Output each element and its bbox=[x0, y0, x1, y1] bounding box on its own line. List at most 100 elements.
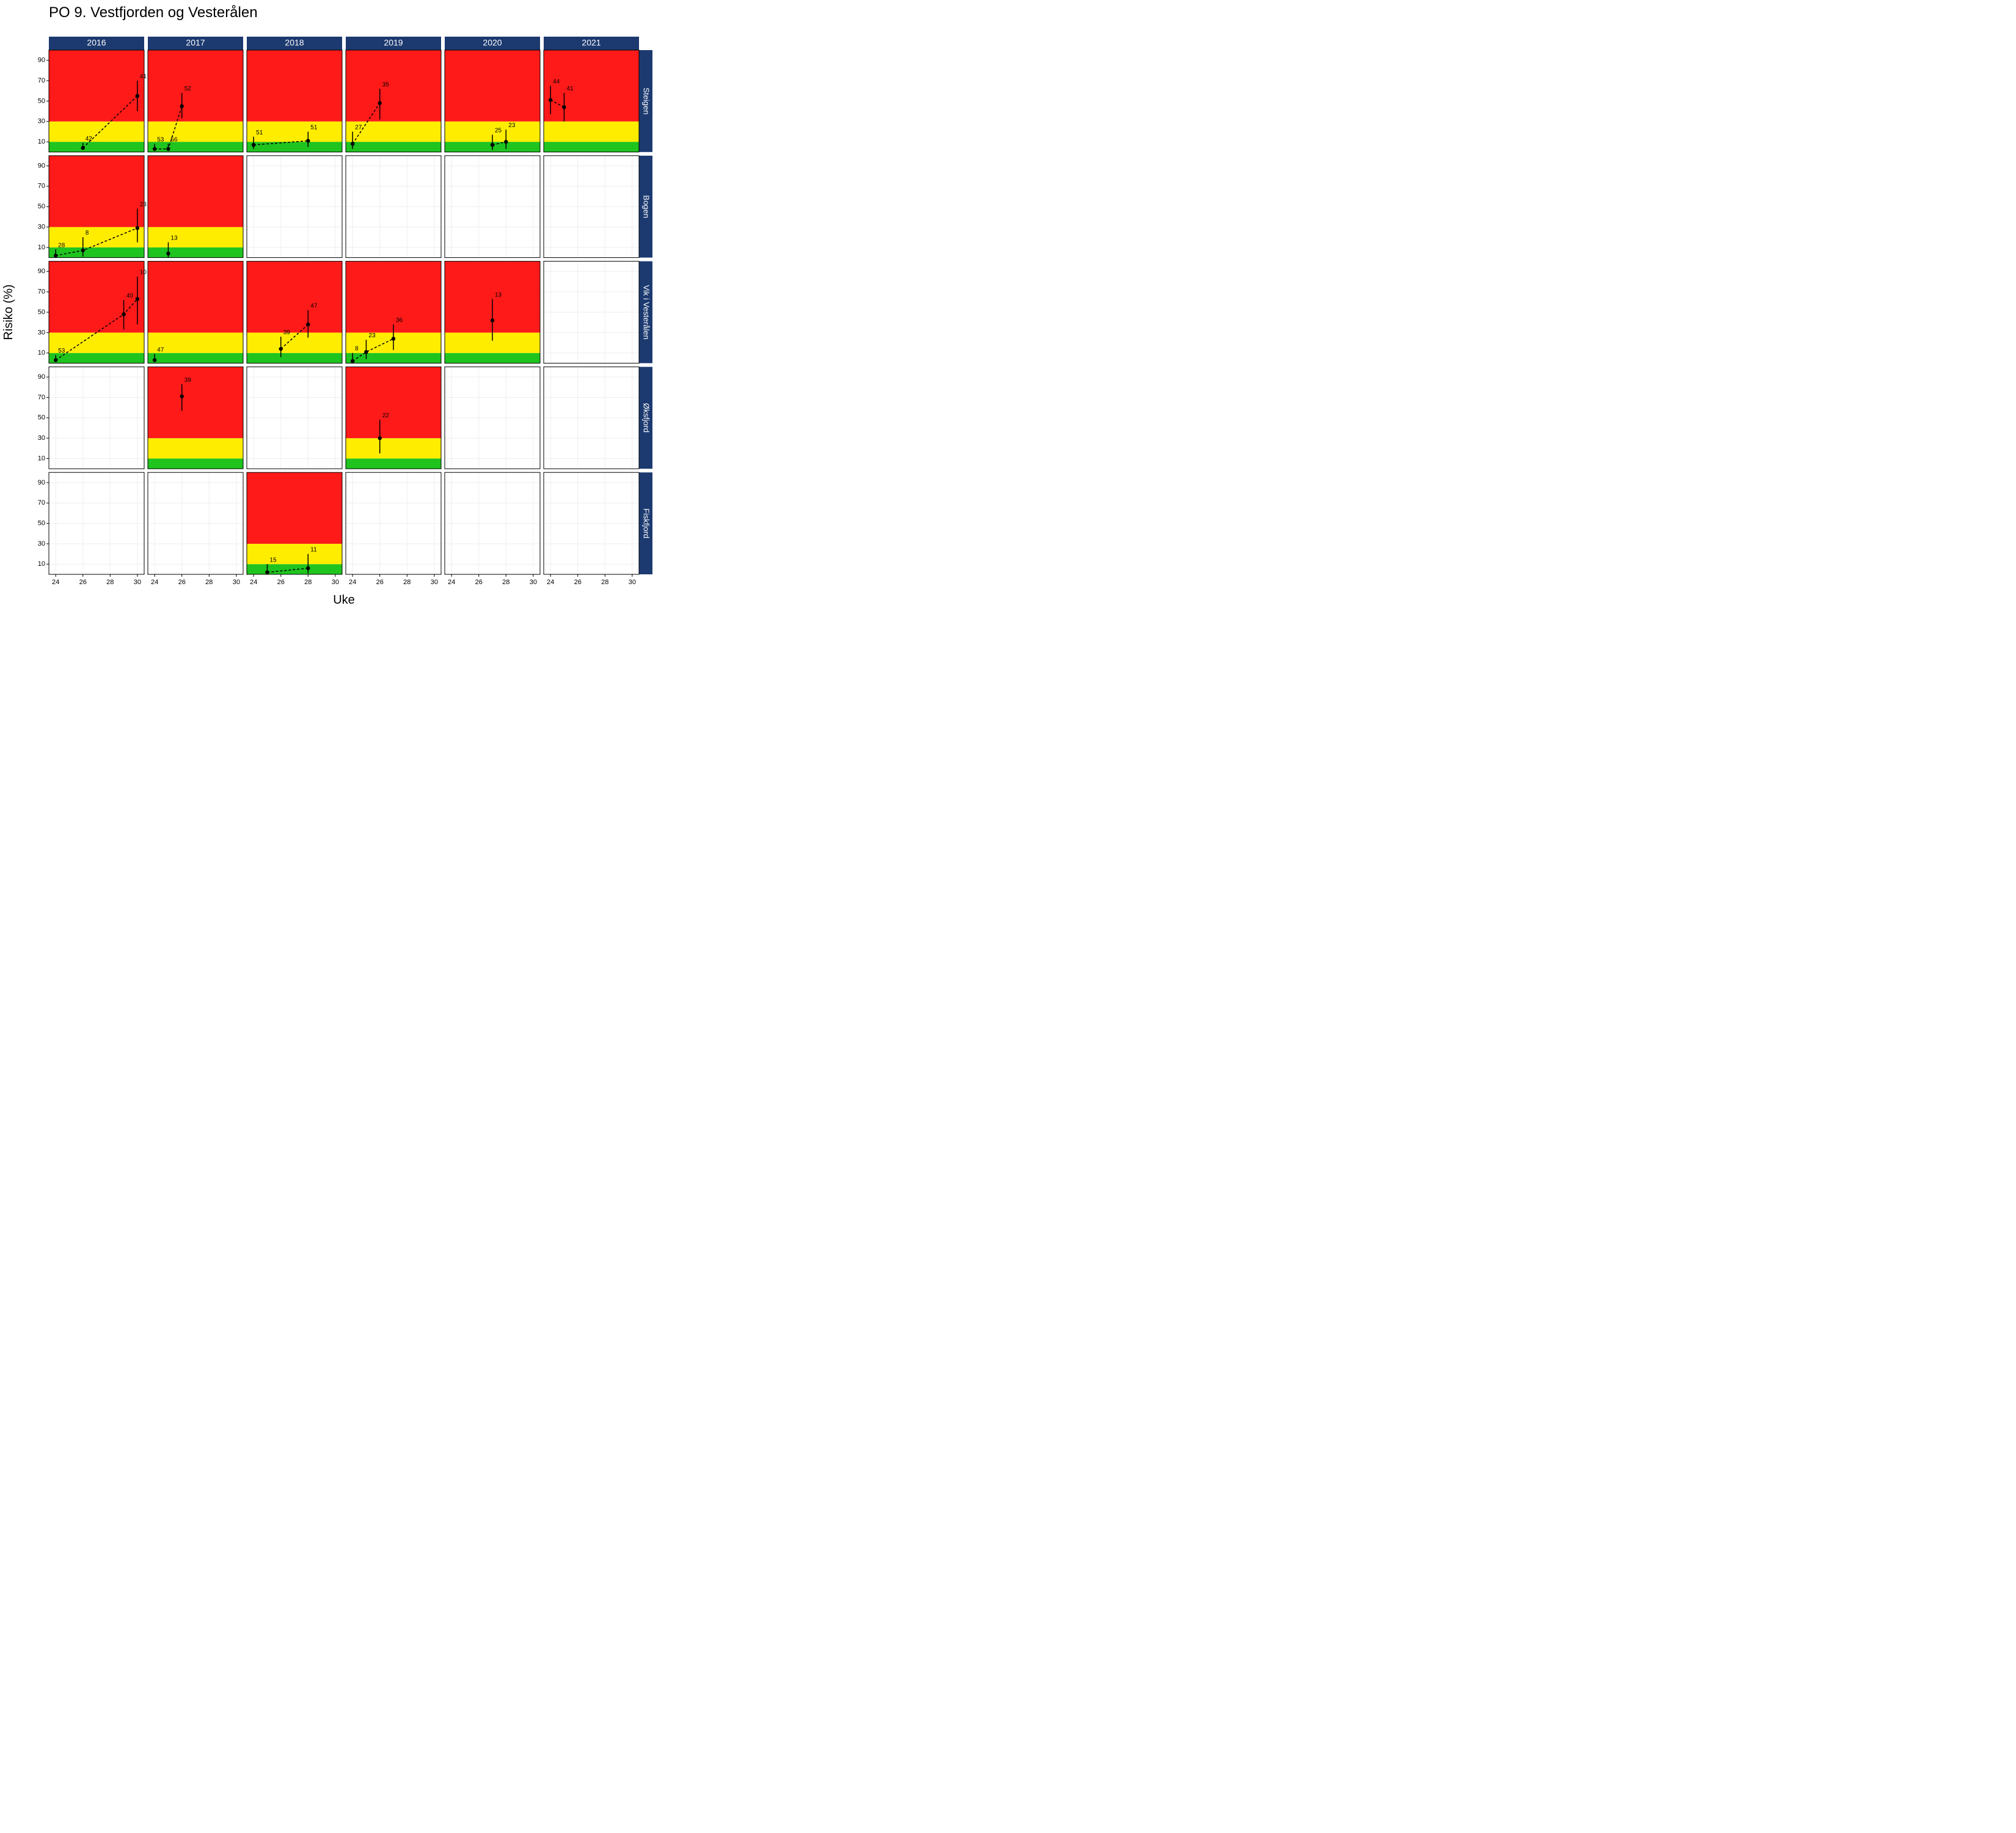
x-tick-label: 28 bbox=[205, 579, 213, 586]
panel bbox=[346, 156, 441, 258]
facet-grid-plot: PO 9. Vestfjorden og Vesterålen201620172… bbox=[0, 0, 672, 611]
point-n-label: 27 bbox=[355, 124, 362, 131]
point-n-label: 23 bbox=[140, 202, 147, 208]
y-tick-label: 30 bbox=[38, 223, 45, 230]
data-point bbox=[265, 570, 269, 574]
y-tick-label: 70 bbox=[38, 77, 45, 84]
x-tick-label: 24 bbox=[52, 579, 59, 586]
x-tick-label: 28 bbox=[601, 579, 608, 586]
panel: 24262830 bbox=[445, 472, 540, 586]
y-tick-label: 70 bbox=[38, 499, 45, 507]
point-n-label: 10 bbox=[140, 269, 147, 276]
col-strip-label: 2019 bbox=[384, 38, 403, 48]
point-n-label: 11 bbox=[310, 547, 317, 554]
panel: 535652 bbox=[148, 50, 243, 152]
point-n-label: 13 bbox=[495, 291, 502, 298]
panel: 82336 bbox=[346, 262, 441, 364]
point-n-label: 36 bbox=[396, 317, 403, 324]
data-point bbox=[549, 98, 552, 102]
data-point bbox=[54, 358, 57, 362]
x-tick-label: 26 bbox=[79, 579, 87, 586]
y-tick-label: 30 bbox=[38, 434, 45, 442]
point-n-label: 8 bbox=[86, 230, 89, 236]
point-n-label: 23 bbox=[508, 122, 516, 129]
point-n-label: 35 bbox=[382, 81, 390, 88]
panel: 13 bbox=[148, 156, 243, 258]
x-tick-label: 30 bbox=[431, 579, 438, 586]
y-tick-label: 50 bbox=[38, 414, 45, 422]
panel: 22 bbox=[346, 367, 441, 469]
x-tick-label: 30 bbox=[530, 579, 537, 586]
panel: 1030507090 bbox=[38, 367, 144, 469]
panel: 47 bbox=[148, 262, 243, 364]
y-tick-label: 50 bbox=[38, 520, 45, 527]
panel: 42411030507090 bbox=[38, 50, 147, 152]
row-strip-label: Øksfjord bbox=[642, 403, 651, 433]
point-n-label: 47 bbox=[310, 303, 318, 310]
y-tick-label: 10 bbox=[38, 560, 45, 568]
y-tick-label: 50 bbox=[38, 309, 45, 316]
y-tick-label: 30 bbox=[38, 540, 45, 547]
x-tick-label: 28 bbox=[502, 579, 509, 586]
y-tick-label: 50 bbox=[38, 97, 45, 104]
y-tick-label: 30 bbox=[38, 118, 45, 125]
data-point bbox=[306, 323, 310, 326]
data-point bbox=[81, 146, 85, 150]
data-point bbox=[392, 337, 395, 340]
row-strip-label: Bogen bbox=[642, 195, 651, 218]
panel: 27 35 bbox=[346, 50, 441, 152]
panel: 51 51 bbox=[247, 50, 342, 152]
y-axis-label: Risiko (%) bbox=[2, 284, 15, 340]
col-strip-label: 2018 bbox=[285, 38, 304, 48]
y-tick-label: 70 bbox=[38, 288, 45, 296]
point-n-label: 41 bbox=[140, 73, 147, 80]
panel: 103050709024262830 bbox=[38, 472, 144, 586]
x-tick-label: 24 bbox=[250, 579, 257, 586]
row-strip-label: Fiskfjord bbox=[642, 508, 651, 538]
data-point bbox=[378, 101, 382, 105]
data-point bbox=[136, 297, 139, 301]
panel: 25 23 bbox=[445, 50, 540, 152]
point-n-label: 47 bbox=[157, 346, 164, 353]
point-n-label: 41 bbox=[566, 86, 574, 92]
data-point bbox=[166, 147, 170, 151]
x-tick-label: 30 bbox=[332, 579, 339, 586]
x-tick-label: 30 bbox=[134, 579, 141, 586]
panel: 4441 bbox=[544, 50, 639, 152]
col-strip-label: 2017 bbox=[186, 38, 205, 48]
panel: 151124262830 bbox=[247, 472, 342, 586]
row-strip-label: Vik i Vesterålen bbox=[642, 285, 651, 339]
data-point bbox=[491, 318, 494, 322]
data-point bbox=[351, 359, 354, 363]
panel: 24262830 bbox=[148, 472, 243, 586]
point-n-label: 25 bbox=[495, 127, 502, 134]
data-point bbox=[351, 142, 354, 145]
data-point bbox=[504, 140, 508, 144]
panel bbox=[544, 262, 639, 364]
point-n-label: 28 bbox=[58, 242, 65, 249]
x-tick-label: 30 bbox=[233, 579, 240, 586]
x-tick-label: 24 bbox=[151, 579, 158, 586]
data-point bbox=[122, 312, 125, 316]
data-point bbox=[562, 105, 566, 109]
y-tick-label: 70 bbox=[38, 393, 45, 401]
point-n-label: 42 bbox=[86, 136, 93, 142]
panel bbox=[247, 156, 342, 258]
y-tick-label: 10 bbox=[38, 455, 45, 462]
y-tick-label: 30 bbox=[38, 329, 45, 336]
panel: 13 bbox=[445, 262, 540, 364]
row-strip-label: Steigen bbox=[642, 87, 651, 114]
plot-title: PO 9. Vestfjorden og Vesterålen bbox=[49, 4, 258, 21]
data-point bbox=[136, 226, 139, 230]
panel: 3947 bbox=[247, 262, 342, 364]
point-n-label: 8 bbox=[355, 346, 359, 353]
point-n-label: 51 bbox=[256, 130, 263, 136]
data-point bbox=[378, 436, 382, 440]
point-n-label: 53 bbox=[157, 136, 164, 143]
panel bbox=[445, 156, 540, 258]
y-tick-label: 90 bbox=[38, 268, 45, 275]
data-point bbox=[306, 566, 310, 570]
data-point bbox=[364, 350, 368, 354]
point-n-label: 51 bbox=[310, 124, 318, 131]
x-tick-label: 26 bbox=[277, 579, 285, 586]
